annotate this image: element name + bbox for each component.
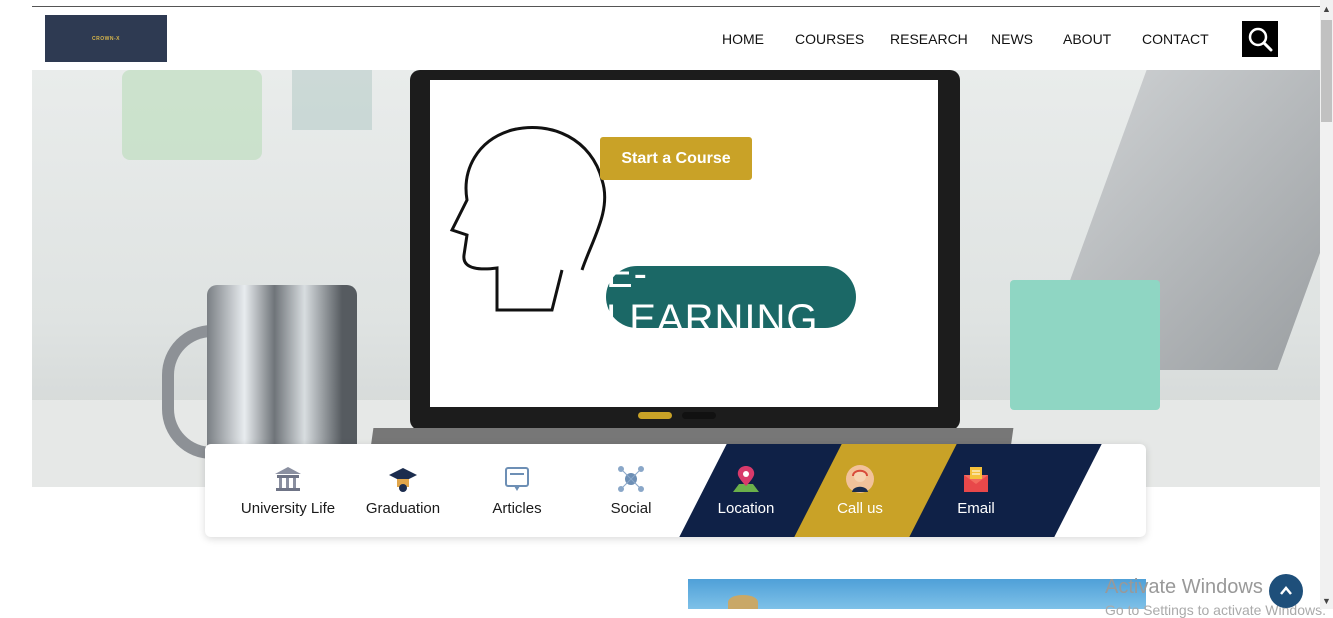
feature-articles[interactable]: Articles xyxy=(462,444,572,537)
slider-dot-1[interactable] xyxy=(638,412,672,419)
start-course-button[interactable]: Start a Course xyxy=(600,137,752,180)
graduation-cap-icon xyxy=(389,468,417,492)
feature-location[interactable]: Location xyxy=(691,444,801,537)
support-agent-icon xyxy=(846,465,874,493)
nav-home[interactable]: HOME xyxy=(722,31,764,47)
email-icon xyxy=(964,467,988,492)
scroll-up-arrow-icon[interactable]: ▲ xyxy=(1322,4,1331,14)
background-plant xyxy=(122,70,262,160)
nav-research[interactable]: RESEARCH xyxy=(890,31,968,47)
nav-contact[interactable]: CONTACT xyxy=(1142,31,1209,47)
page: CROWN-X HOME COURSES RESEARCH NEWS ABOUT… xyxy=(32,7,1326,618)
background-shape xyxy=(292,70,372,130)
feature-label: Social xyxy=(610,500,652,517)
green-box xyxy=(1010,280,1160,410)
scrollbar-thumb[interactable] xyxy=(1321,20,1332,122)
feature-label: Location xyxy=(717,500,775,517)
feature-label: Call us xyxy=(837,500,883,517)
nav-about[interactable]: ABOUT xyxy=(1063,31,1111,47)
feature-social[interactable]: Social xyxy=(576,444,686,537)
elearning-text: E-LEARNING xyxy=(606,252,819,341)
university-icon xyxy=(275,467,301,491)
vertical-scrollbar[interactable]: ▲ ▼ xyxy=(1320,0,1333,609)
feature-university-life[interactable]: University Life xyxy=(233,444,343,537)
feature-label: Articles xyxy=(492,500,542,517)
site-header: CROWN-X HOME COURSES RESEARCH NEWS ABOUT… xyxy=(32,7,1320,70)
feature-label: University Life xyxy=(240,500,336,517)
articles-icon xyxy=(505,467,529,491)
scroll-to-top-button[interactable] xyxy=(1269,574,1303,608)
logo-text: CROWN-X xyxy=(92,35,120,42)
section-image xyxy=(688,579,1146,609)
feature-call-us[interactable]: Call us xyxy=(805,444,915,537)
hero-slider: E-LEARNING Start a Course xyxy=(32,70,1320,487)
feature-label: Graduation xyxy=(365,500,441,517)
elearning-banner: E-LEARNING xyxy=(606,252,856,341)
windows-watermark-title: Activate Windows xyxy=(1105,576,1263,598)
social-network-icon xyxy=(618,466,644,492)
feature-email[interactable]: Email xyxy=(921,444,1031,537)
site-logo[interactable]: CROWN-X xyxy=(45,15,167,62)
chevron-up-icon xyxy=(1280,586,1292,595)
search-icon xyxy=(1248,27,1273,52)
feature-graduation[interactable]: Graduation xyxy=(348,444,458,537)
feature-label: Email xyxy=(957,500,995,517)
location-pin-icon xyxy=(733,466,759,492)
feature-bar: University Life Graduation Articles Soci… xyxy=(205,444,1146,537)
slider-dot-2[interactable] xyxy=(682,412,716,419)
scroll-down-arrow-icon[interactable]: ▼ xyxy=(1322,596,1331,606)
nav-courses[interactable]: COURSES xyxy=(795,31,864,47)
search-button[interactable] xyxy=(1242,21,1278,57)
nav-news[interactable]: NEWS xyxy=(991,31,1033,47)
